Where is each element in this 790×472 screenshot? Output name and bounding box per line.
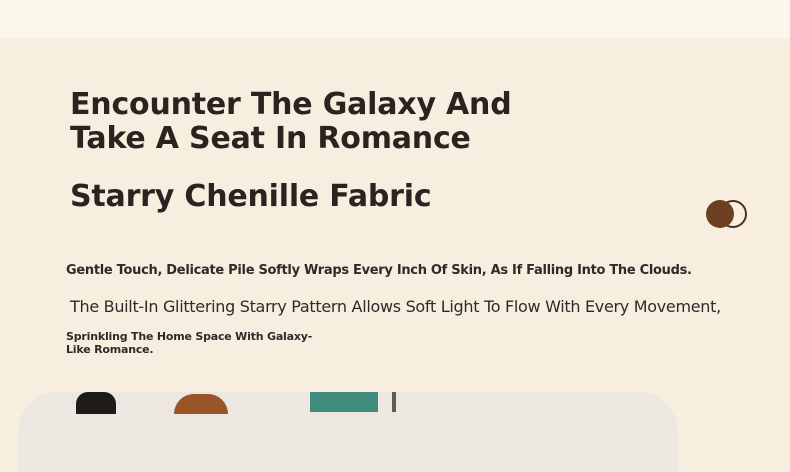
lamp-decor — [392, 392, 396, 412]
top-band — [0, 0, 790, 38]
hero-headline: Encounter The Galaxy And Take A Seat In … — [70, 87, 512, 156]
description-line-2: The Built-In Glittering Starry Pattern A… — [70, 297, 721, 316]
color-swatch-toggle[interactable] — [705, 199, 747, 229]
swatch-dark-brown[interactable] — [706, 200, 734, 228]
product-photo — [18, 392, 678, 472]
hero-subhead: Starry Chenille Fabric — [70, 179, 432, 214]
description-line-1: Gentle Touch, Delicate Pile Softly Wraps… — [66, 263, 692, 278]
description-line-3: Sprinkling The Home Space With Galaxy-Li… — [66, 330, 313, 356]
vase-decor — [174, 394, 228, 414]
bottle-decor — [76, 392, 116, 414]
green-decor — [310, 392, 378, 412]
